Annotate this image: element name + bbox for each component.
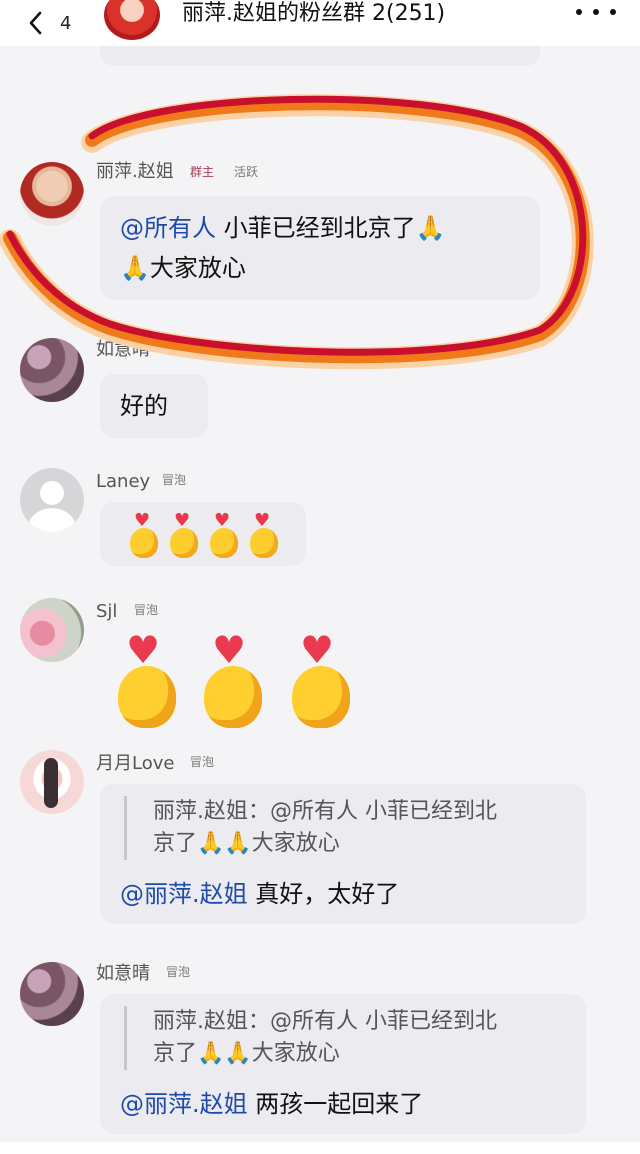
activity-badge: 冒泡 [134, 603, 159, 617]
previous-message-bubble [100, 46, 540, 66]
message-line: @丽萍.赵姐 真好，太好了 [120, 874, 566, 914]
heart-hand-emoji-icon [246, 510, 282, 560]
quote-line: 京了🙏🙏大家放心 [153, 831, 340, 856]
message-bubble[interactable] [100, 502, 306, 566]
sender-name: 月月Love [96, 753, 175, 774]
message-text: 两孩一起回来了 [255, 1090, 424, 1118]
heart-hand-emoji-icon [198, 628, 268, 736]
activity-badge: 冒泡 [166, 965, 191, 979]
avatar[interactable] [20, 162, 84, 226]
sender-name: Laney [96, 471, 151, 492]
activity-badge: 冒泡 [168, 343, 188, 357]
back-chevron-icon [29, 11, 42, 35]
quoted-message[interactable]: 丽萍.赵姐：@所有人 小菲已经到北 京了🙏🙏大家放心 [124, 1006, 566, 1070]
sender-name: Sjl [96, 601, 118, 622]
heart-hand-emoji-icon [286, 628, 356, 736]
avatar[interactable] [20, 962, 84, 1026]
chat-title: 丽萍.赵姐的粉丝群 2(251) [182, 1, 446, 26]
message-bubble[interactable]: 丽萍.赵姐：@所有人 小菲已经到北 京了🙏🙏大家放心 @丽萍.赵姐 两孩一起回来… [100, 994, 586, 1134]
message-text: 小菲已经到北京了🙏 [223, 214, 446, 242]
message-line: @所有人 小菲已经到北京了🙏 [120, 208, 520, 248]
heart-hand-emoji-icon [206, 510, 242, 560]
quote-line: 丽萍.赵姐：@所有人 小菲已经到北 [153, 799, 497, 824]
more-dots-icon[interactable] [576, 2, 616, 22]
avatar[interactable] [20, 338, 84, 402]
chat-header: 4 丽萍.赵姐的粉丝群 2(251) [0, 0, 640, 46]
heart-hand-emoji-icon [166, 510, 202, 560]
sender-name: 丽萍.赵姐 [96, 161, 174, 182]
message-bubble[interactable]: @所有人 小菲已经到北京了🙏 🙏大家放心 [100, 196, 540, 300]
message-line: @丽萍.赵姐 两孩一起回来了 [120, 1084, 566, 1124]
message-line: 🙏大家放心 [120, 254, 246, 282]
activity-badge: 活跃 [234, 165, 259, 179]
input-bar-edge [0, 1142, 640, 1154]
quote-line: 丽萍.赵姐：@所有人 小菲已经到北 [153, 1009, 497, 1034]
quote-line: 京了🙏🙏大家放心 [153, 1041, 340, 1066]
avatar[interactable] [20, 750, 84, 814]
message-bubble[interactable]: 丽萍.赵姐：@所有人 小菲已经到北 京了🙏🙏大家放心 @丽萍.赵姐 真好，太好了 [100, 784, 586, 924]
unread-count: 4 [60, 12, 72, 34]
activity-badge: 冒泡 [162, 473, 187, 487]
avatar[interactable] [20, 468, 84, 532]
owner-badge: 群主 [190, 165, 215, 179]
mention-all[interactable]: @所有人 [120, 214, 216, 242]
sender-name: 如意晴 [96, 963, 150, 984]
message-bubble[interactable]: 好的 [100, 374, 208, 438]
mention-user[interactable]: @丽萍.赵姐 [120, 1090, 248, 1118]
heart-hand-emoji-icon [112, 628, 182, 736]
heart-hand-emoji-icon [126, 510, 162, 560]
group-avatar[interactable] [104, 0, 160, 40]
back-button[interactable]: 4 [26, 6, 86, 40]
avatar[interactable] [20, 598, 84, 662]
quoted-message[interactable]: 丽萍.赵姐：@所有人 小菲已经到北 京了🙏🙏大家放心 [124, 796, 566, 860]
mention-user[interactable]: @丽萍.赵姐 [120, 880, 248, 908]
sender-name: 如意晴 [96, 339, 150, 360]
message-text: 真好，太好了 [255, 880, 400, 908]
message-text: 好的 [120, 392, 168, 420]
activity-badge: 冒泡 [190, 755, 215, 769]
